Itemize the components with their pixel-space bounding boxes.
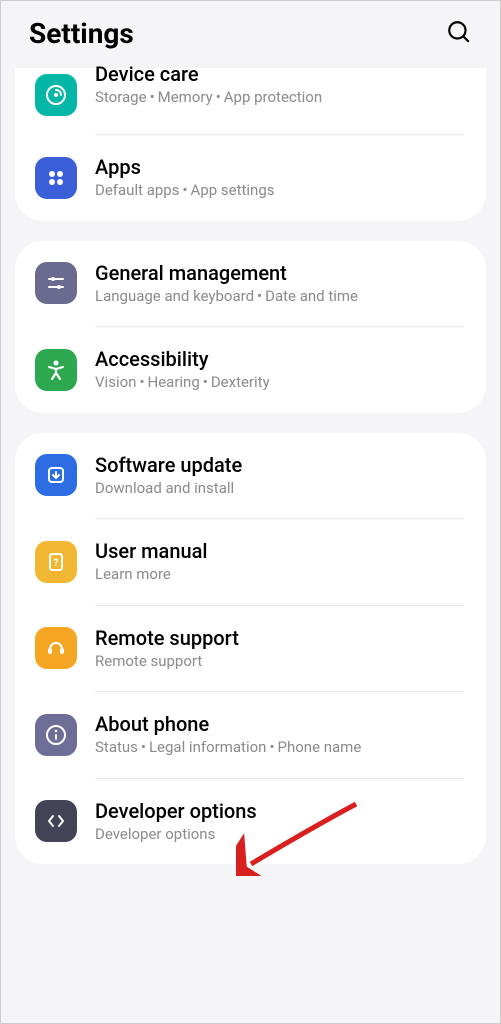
apps-icon [35,157,77,199]
item-text: General management Language and keyboard… [95,261,464,307]
item-title: Device care [95,62,464,86]
device-care-icon [35,74,77,116]
item-subtitle: Language and keyboard•Date and time [95,287,464,307]
item-subtitle: Learn more [95,565,464,585]
item-text: Apps Default apps•App settings [95,155,464,201]
item-subtitle: Storage•Memory•App protection [95,88,464,108]
general-management-icon [35,262,77,304]
developer-options-icon [35,800,77,842]
about-phone-icon [35,714,77,756]
svg-text:?: ? [54,558,59,569]
settings-section: Device care Storage•Memory•App protectio… [15,68,486,221]
settings-item-device-care[interactable]: Device care Storage•Memory•App protectio… [15,68,486,134]
item-subtitle: Download and install [95,479,464,499]
software-update-icon [35,454,77,496]
item-subtitle: Remote support [95,652,464,672]
item-text: About phone Status•Legal information•Pho… [95,712,464,758]
settings-item-remote-support[interactable]: Remote support Remote support [15,606,486,692]
item-subtitle: Vision•Hearing•Dexterity [95,373,464,393]
settings-item-software-update[interactable]: Software update Download and install [15,433,486,519]
settings-item-accessibility[interactable]: Accessibility Vision•Hearing•Dexterity [15,327,486,413]
item-text: Software update Download and install [95,453,464,499]
item-text: Accessibility Vision•Hearing•Dexterity [95,347,464,393]
settings-item-developer-options[interactable]: Developer options Developer options [15,779,486,865]
remote-support-icon [35,627,77,669]
item-title: User manual [95,539,464,563]
item-title: Remote support [95,626,464,650]
search-icon[interactable] [446,19,472,49]
settings-section: General management Language and keyboard… [15,241,486,413]
settings-item-user-manual[interactable]: ? User manual Learn more [15,519,486,605]
item-title: Apps [95,155,464,179]
item-title: Accessibility [95,347,464,371]
item-text: Device care Storage•Memory•App protectio… [95,82,464,108]
item-title: About phone [95,712,464,736]
accessibility-icon [35,349,77,391]
item-text: Developer options Developer options [95,799,464,845]
item-text: Remote support Remote support [95,626,464,672]
item-text: User manual Learn more [95,539,464,585]
settings-header: Settings [1,1,500,68]
user-manual-icon: ? [35,541,77,583]
item-title: General management [95,261,464,285]
settings-item-general-management[interactable]: General management Language and keyboard… [15,241,486,327]
item-title: Developer options [95,799,464,823]
item-subtitle: Developer options [95,825,464,845]
settings-item-apps[interactable]: Apps Default apps•App settings [15,135,486,221]
item-subtitle: Default apps•App settings [95,181,464,201]
item-title: Software update [95,453,464,477]
page-title: Settings [29,17,134,50]
settings-section: Software update Download and install ? U… [15,433,486,865]
settings-item-about-phone[interactable]: About phone Status•Legal information•Pho… [15,692,486,778]
item-subtitle: Status•Legal information•Phone name [95,738,464,758]
